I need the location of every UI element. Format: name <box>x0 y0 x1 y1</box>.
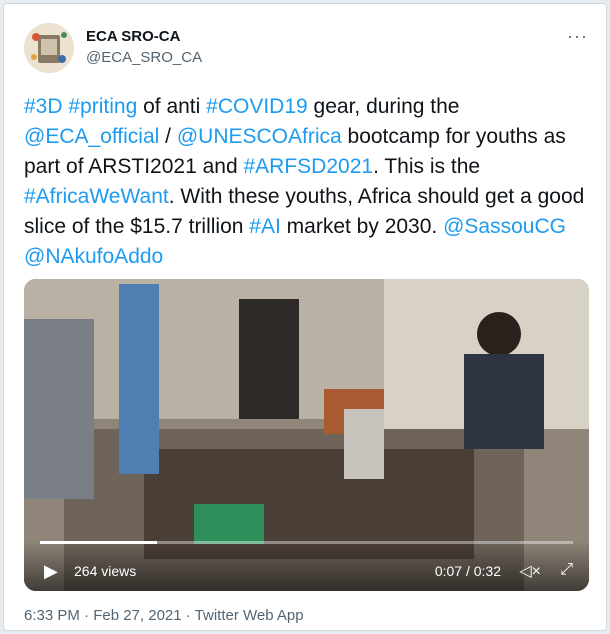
fullscreen-icon[interactable]: ⤢ <box>560 561 573 579</box>
tweet-card: ECA SRO-CA @ECA_SRO_CA ··· #3D #priting … <box>3 3 607 631</box>
view-count: 264 views <box>74 563 137 579</box>
tweet-link[interactable]: #ARFSD2021 <box>243 155 373 178</box>
more-icon[interactable]: ··· <box>567 26 588 47</box>
tweet-link[interactable]: @ECA_official <box>24 125 159 148</box>
tweet-link[interactable]: #3D <box>24 95 63 118</box>
progress-track[interactable] <box>40 541 573 544</box>
tweet-text-segment: gear, during the <box>307 95 460 118</box>
tweet-text-segment: / <box>159 125 177 148</box>
tweet-text-segment: . This is the <box>373 155 481 178</box>
mute-icon[interactable]: ◁× <box>519 561 541 581</box>
author-handle[interactable]: @ECA_SRO_CA <box>86 49 202 66</box>
tweet-text-segment: of anti <box>137 95 207 118</box>
tweet-link[interactable]: @UNESCOAfrica <box>177 125 342 148</box>
tweet-meta: 6:33 PM · Feb 27, 2021 · Twitter Web App <box>24 607 304 624</box>
tweet-text: #3D #priting of anti #COVID19 gear, duri… <box>24 92 594 272</box>
tweet-link[interactable]: #priting <box>68 95 137 118</box>
avatar[interactable] <box>24 23 74 73</box>
tweet-link[interactable]: @NAkufoAddo <box>24 245 163 268</box>
tweet-link[interactable]: #AfricaWeWant <box>24 185 169 208</box>
video-time: 0:07 / 0:32 <box>434 563 501 579</box>
author-name[interactable]: ECA SRO-CA <box>86 28 180 45</box>
video-controls: ▶ 264 views 0:07 / 0:32 ◁× ⤢ <box>24 541 589 591</box>
tweet-link[interactable]: #AI <box>249 215 281 238</box>
progress-fill <box>40 541 158 544</box>
tweet-text-segment: market by 2030. <box>280 215 444 238</box>
video-player[interactable]: ▶ 264 views 0:07 / 0:32 ◁× ⤢ <box>24 279 589 591</box>
tweet-link[interactable]: @SassouCG <box>443 215 566 238</box>
tweet-link[interactable]: #COVID19 <box>206 95 308 118</box>
play-icon[interactable]: ▶ <box>44 561 58 582</box>
